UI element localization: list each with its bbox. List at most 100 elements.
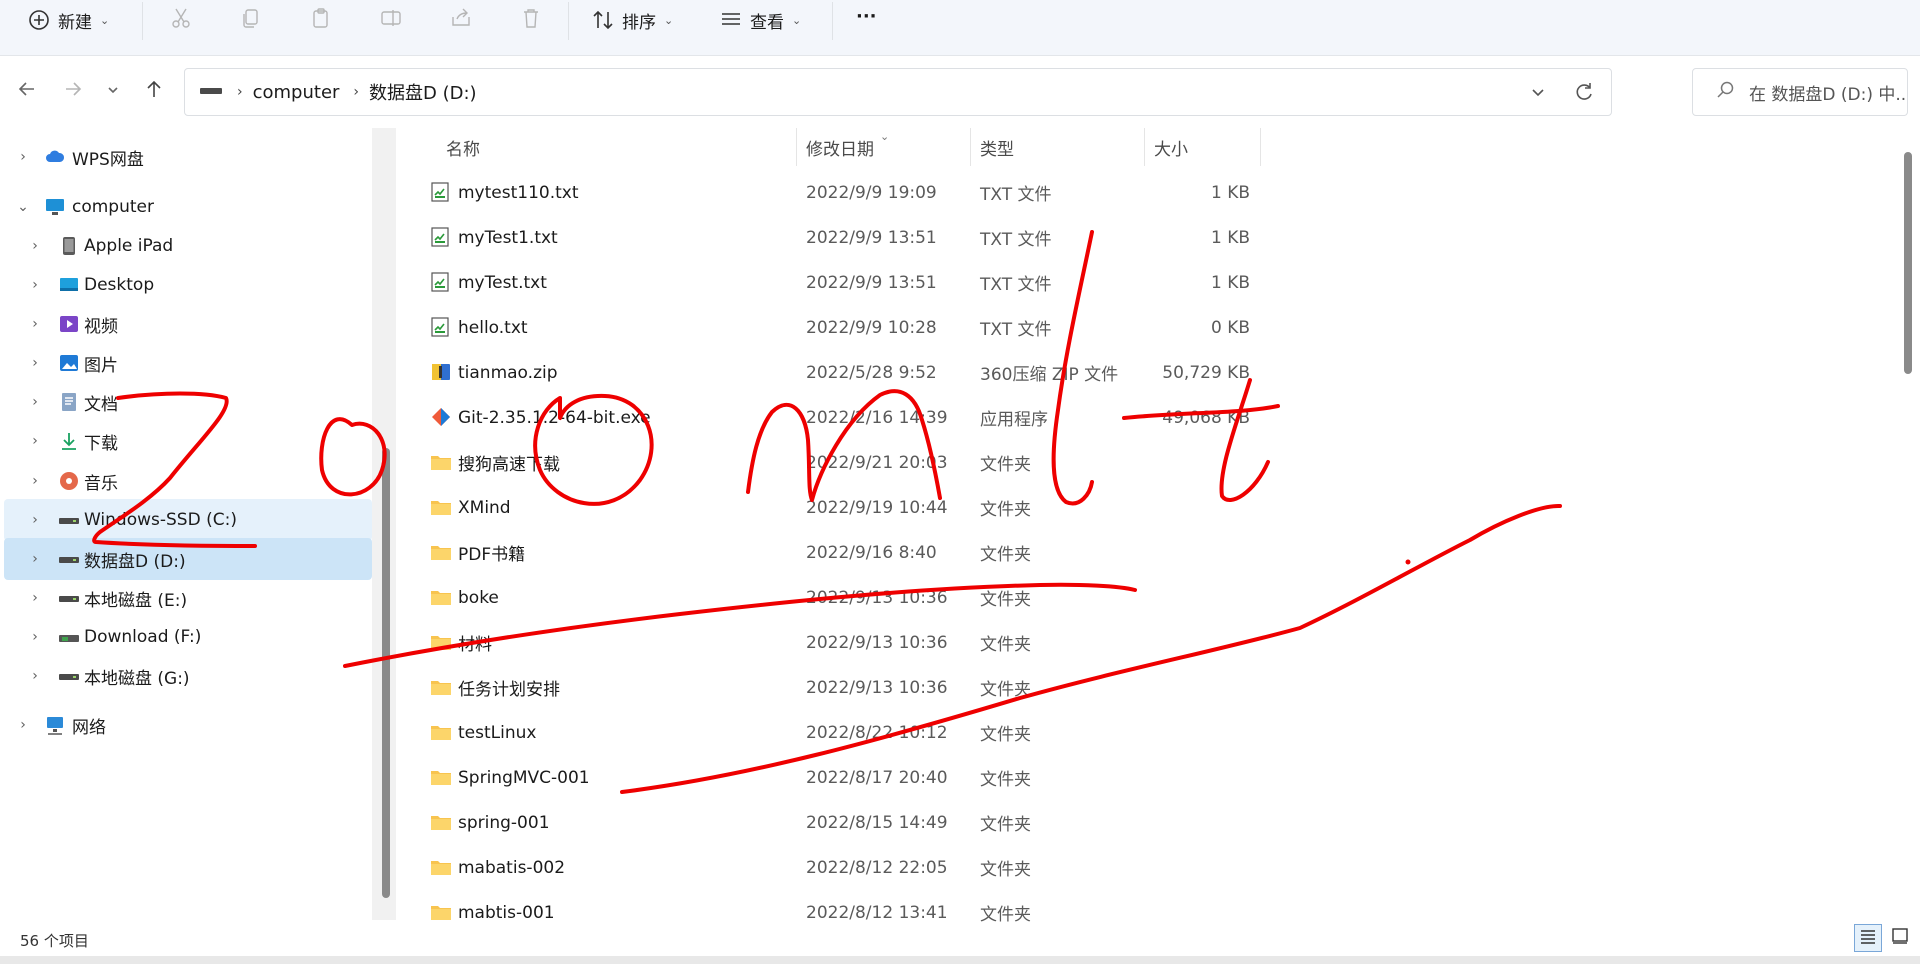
column-divider[interactable] <box>1144 128 1145 166</box>
sidebar-item-13[interactable]: › 本地磁盘 (G:) <box>4 655 372 697</box>
file-row[interactable]: boke 2022/9/13 10:36 文件夹 <box>398 575 1888 620</box>
refresh-button[interactable] <box>1573 81 1595 108</box>
file-row[interactable]: hello.txt 2022/9/9 10:28 TXT 文件 0 KB <box>398 305 1888 350</box>
column-header-type[interactable]: 类型 <box>980 128 1014 166</box>
rename-button[interactable] <box>376 6 406 34</box>
column-divider[interactable] <box>970 128 971 166</box>
address-history-button[interactable] <box>1529 83 1547 106</box>
file-size: 1 KB <box>1210 272 1250 293</box>
cut-button[interactable] <box>166 6 196 34</box>
sidebar-item-10[interactable]: › 数据盘D (D:) <box>4 538 372 580</box>
file-row[interactable]: SpringMVC-001 2022/8/17 20:40 文件夹 <box>398 755 1888 800</box>
large-icons-view-button[interactable] <box>1886 924 1914 952</box>
file-row[interactable]: 材料 2022/9/13 10:36 文件夹 <box>398 620 1888 665</box>
network-icon <box>44 714 66 736</box>
file-modified-date: 2022/9/13 10:36 <box>806 632 948 653</box>
file-row[interactable]: mabatis-002 2022/8/12 22:05 文件夹 <box>398 845 1888 890</box>
sidebar-item-2[interactable]: › Apple iPad <box>4 225 372 267</box>
sort-button[interactable]: 排序 ⌄ <box>592 0 673 40</box>
file-row[interactable]: testLinux 2022/8/22 10:12 文件夹 <box>398 710 1888 755</box>
sidebar-item-8[interactable]: › 音乐 <box>4 460 372 502</box>
details-view-button[interactable] <box>1854 924 1882 952</box>
column-header-size[interactable]: 大小 <box>1154 128 1188 166</box>
video-icon <box>58 313 80 335</box>
file-list-scrollbar-thumb[interactable] <box>1904 152 1912 374</box>
file-name: PDF书籍 <box>458 545 526 565</box>
file-row[interactable]: Git-2.35.1.2-64-bit.exe 2022/2/16 14:39 应用… <box>398 395 1888 440</box>
file-row[interactable]: XMind 2022/9/19 10:44 文件夹 <box>398 485 1888 530</box>
search-input[interactable]: 在 数据盘D (D:) 中... <box>1692 68 1908 116</box>
file-row[interactable]: 任务计划安排 2022/9/13 10:36 文件夹 <box>398 665 1888 710</box>
toolbar-divider <box>142 2 143 40</box>
share-button[interactable] <box>446 6 476 34</box>
file-name: mytest110.txt <box>458 182 579 203</box>
chevron-right-icon[interactable]: › <box>28 551 42 567</box>
sidebar-item-3[interactable]: › Desktop <box>4 264 372 306</box>
sidebar-item-6[interactable]: › 文档 <box>4 381 372 423</box>
file-name: 搜狗高速下载 <box>458 455 560 475</box>
recent-locations-button[interactable] <box>98 76 128 106</box>
address-bar[interactable]: › computer › 数据盘D (D:) <box>184 68 1612 116</box>
sidebar-item-7[interactable]: › 下载 <box>4 420 372 462</box>
download-icon <box>58 430 80 452</box>
column-header-name[interactable]: 名称 <box>446 128 480 166</box>
file-row[interactable]: 搜狗高速下载 2022/9/21 20:03 文件夹 <box>398 440 1888 485</box>
chevron-down-icon[interactable]: ⌄ <box>16 199 30 215</box>
chevron-right-icon[interactable]: › <box>28 433 42 449</box>
new-button[interactable]: 新建 ⌄ <box>28 0 109 40</box>
file-modified-date: 2022/2/16 14:39 <box>806 407 948 428</box>
breadcrumb-current-drive[interactable]: 数据盘D (D:) <box>369 79 477 105</box>
column-divider[interactable] <box>796 128 797 166</box>
file-modified-date: 2022/9/9 10:28 <box>806 317 937 338</box>
chevron-right-icon[interactable]: › <box>28 473 42 489</box>
chevron-right-icon[interactable]: › <box>28 277 42 293</box>
chevron-right-icon[interactable]: › <box>16 149 30 165</box>
zip-archive-icon <box>430 361 452 383</box>
forward-button[interactable] <box>58 76 88 106</box>
sidebar-item-9[interactable]: › Windows-SSD (C:) <box>4 499 372 541</box>
chevron-right-icon[interactable]: › <box>28 316 42 332</box>
file-row[interactable]: tianmao.zip 2022/5/28 9:52 360压缩 ZIP 文件 50,… <box>398 350 1888 395</box>
chevron-right-icon[interactable]: › <box>28 355 42 371</box>
file-modified-date: 2022/9/13 10:36 <box>806 587 948 608</box>
column-header-modified[interactable]: 修改日期 ⌄ <box>806 128 889 166</box>
breadcrumb-computer[interactable]: computer <box>253 82 340 103</box>
up-button[interactable] <box>139 76 169 106</box>
sidebar-item-0[interactable]: › WPS网盘 <box>4 136 372 178</box>
file-row[interactable]: mytest110.txt 2022/9/9 19:09 TXT 文件 1 KB <box>398 170 1888 215</box>
delete-button[interactable] <box>516 6 546 34</box>
sidebar-item-11[interactable]: › 本地磁盘 (E:) <box>4 577 372 619</box>
column-divider[interactable] <box>1260 128 1261 166</box>
file-row[interactable]: spring-001 2022/8/15 14:49 文件夹 <box>398 800 1888 845</box>
file-row[interactable]: PDF书籍 2022/9/16 8:40 文件夹 <box>398 530 1888 575</box>
chevron-right-icon[interactable]: › <box>28 238 42 254</box>
more-options-button[interactable]: ··· <box>856 0 877 36</box>
status-bar: 56 个项目 <box>0 924 1920 956</box>
drive-icon <box>199 82 223 103</box>
chevron-right-icon[interactable]: › <box>28 629 42 645</box>
sidebar-item-12[interactable]: › Download (F:) <box>4 616 372 658</box>
file-type: 应用程序 <box>980 410 1048 430</box>
sidebar-item-4[interactable]: › 视频 <box>4 303 372 345</box>
sidebar-item-label: 本地磁盘 (E:) <box>84 590 188 611</box>
sidebar-item-label: Desktop <box>84 275 155 295</box>
paste-button[interactable] <box>306 6 336 34</box>
sidebar-scrollbar-thumb[interactable] <box>382 448 390 898</box>
sidebar-item-label: 视频 <box>84 316 118 337</box>
sidebar-item-5[interactable]: › 图片 <box>4 342 372 384</box>
file-row[interactable]: myTest.txt 2022/9/9 13:51 TXT 文件 1 KB <box>398 260 1888 305</box>
chevron-right-icon[interactable]: › <box>28 394 42 410</box>
chevron-right-icon[interactable]: › <box>28 512 42 528</box>
column-header-name-label: 名称 <box>446 139 480 160</box>
chevron-right-icon[interactable]: › <box>16 717 30 733</box>
back-button[interactable] <box>12 76 42 106</box>
copy-icon <box>240 7 262 33</box>
copy-button[interactable] <box>236 6 266 34</box>
view-button[interactable]: 查看 ⌄ <box>720 0 801 40</box>
file-name: spring-001 <box>458 812 550 833</box>
sidebar-item-14[interactable]: › 网络 <box>4 704 372 746</box>
sidebar-item-1[interactable]: ⌄ computer <box>4 186 372 228</box>
chevron-right-icon[interactable]: › <box>28 590 42 606</box>
chevron-right-icon[interactable]: › <box>28 668 42 684</box>
file-row[interactable]: myTest1.txt 2022/9/9 13:51 TXT 文件 1 KB <box>398 215 1888 260</box>
